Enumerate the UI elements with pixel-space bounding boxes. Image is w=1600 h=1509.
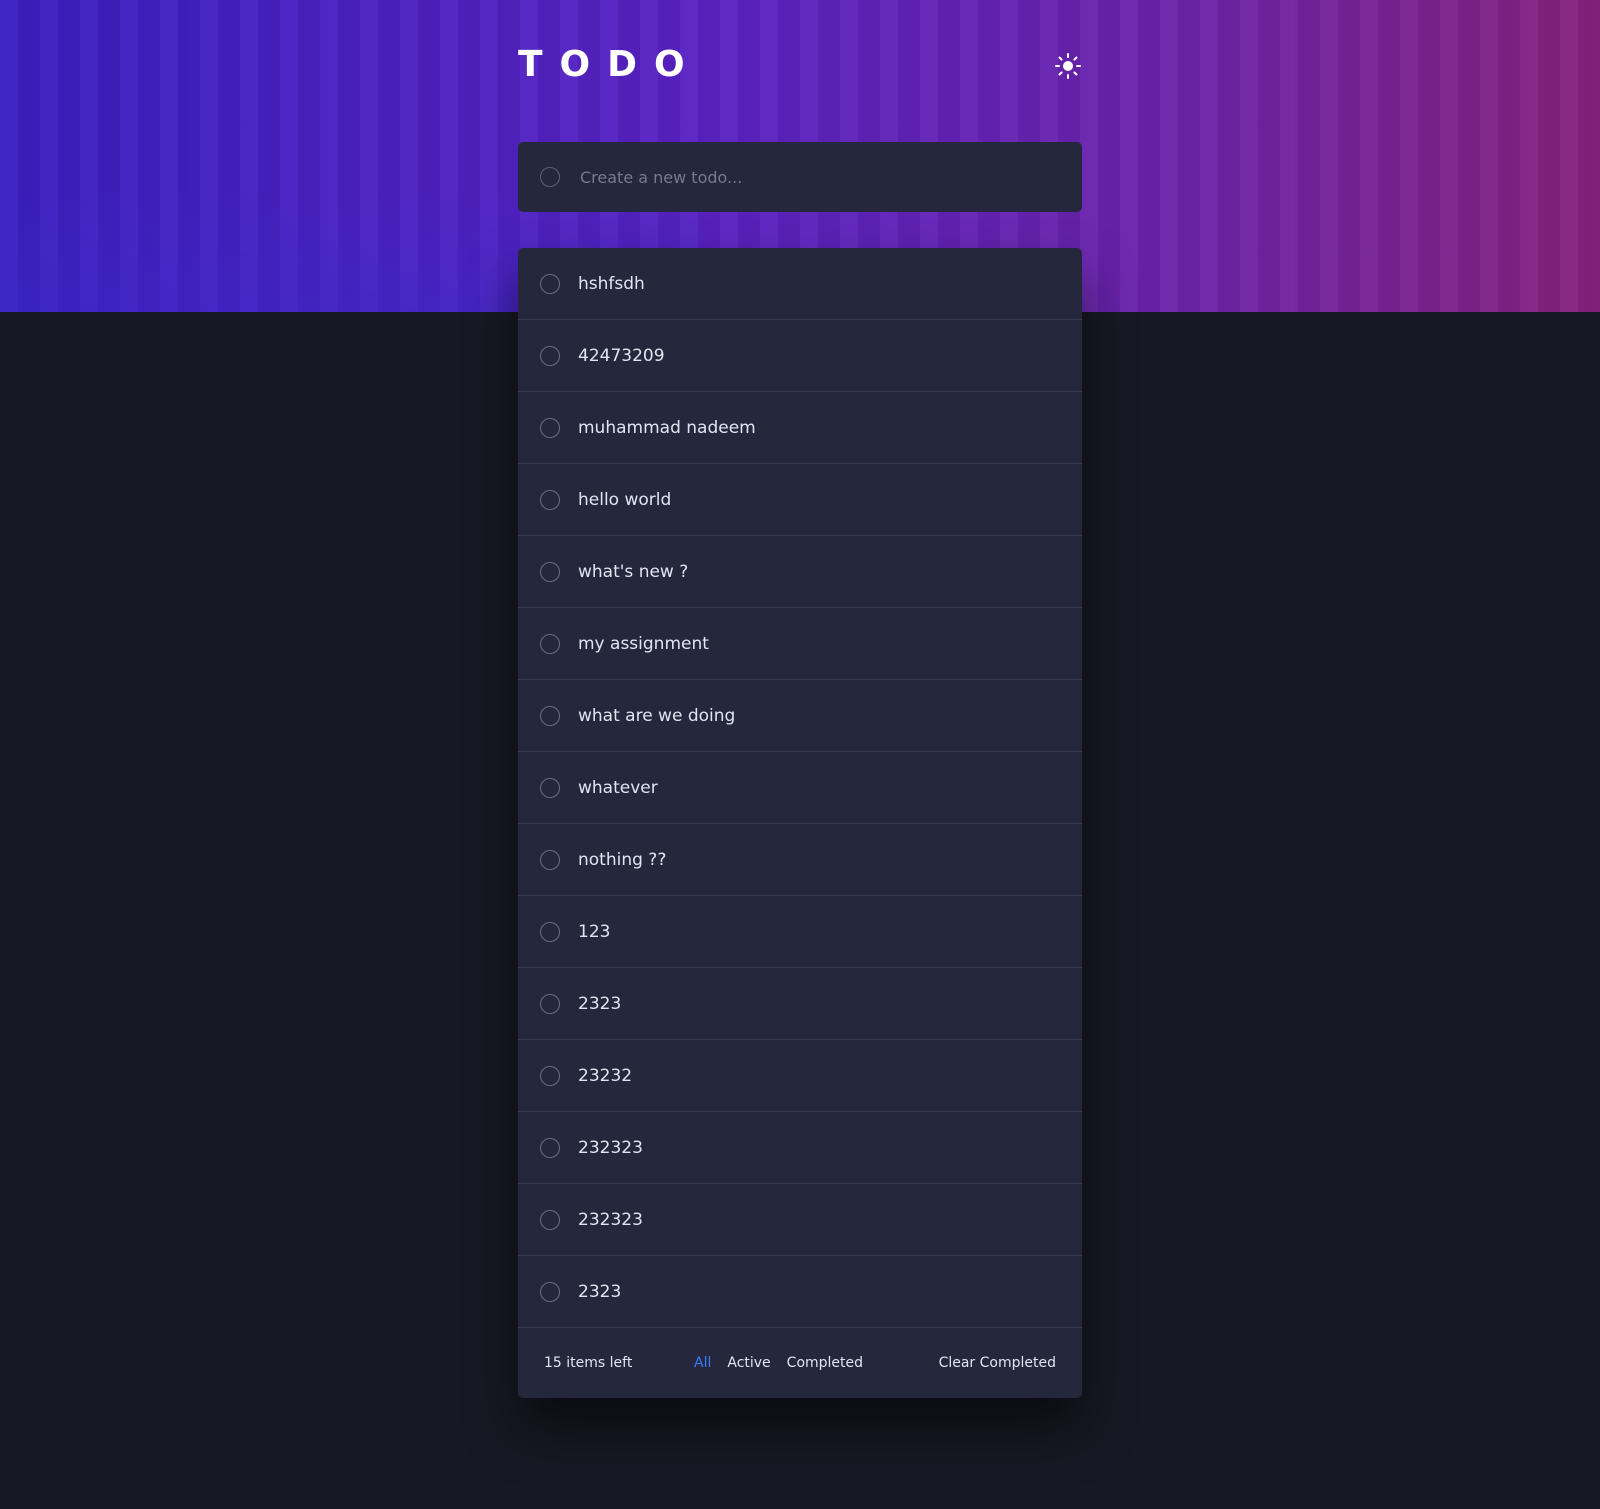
todo-checkbox[interactable] [540,1281,560,1302]
todo-app: TODO hshfsdh [518,0,1082,1398]
todo-checkbox[interactable] [540,417,560,438]
todo-checkbox[interactable] [540,345,560,366]
todo-checkbox[interactable] [540,561,560,582]
todo-text: 232323 [578,1137,643,1158]
filter-all[interactable]: All [694,1355,711,1371]
todo-text: what's new ? [578,561,689,582]
items-left-count: 15 items left [544,1355,633,1371]
new-todo-input[interactable] [578,166,1060,188]
todo-checkbox[interactable] [540,273,560,294]
app-header: TODO [518,0,1082,142]
todo-text: my assignment [578,633,709,654]
filter-active[interactable]: Active [727,1355,770,1371]
todo-checkbox[interactable] [540,849,560,870]
todo-text: nothing ?? [578,849,667,870]
filter-tabs: All Active Completed [694,1355,863,1371]
clear-completed-button[interactable]: Clear Completed [939,1355,1056,1371]
todo-checkbox[interactable] [540,1137,560,1158]
sun-icon [1055,53,1081,79]
todo-item[interactable]: 42473209 [518,320,1082,392]
todo-footer: 15 items left All Active Completed Clear… [518,1328,1082,1398]
todo-list: hshfsdh 42473209 muhammad nadeem hello w… [518,248,1082,1398]
todo-checkbox[interactable] [540,777,560,798]
todo-checkbox[interactable] [540,633,560,654]
todo-text: 2323 [578,993,622,1014]
todo-text: 23232 [578,1065,633,1086]
todo-text: hshfsdh [578,273,645,294]
todo-checkbox[interactable] [540,993,560,1014]
todo-checkbox[interactable] [540,921,560,942]
todo-text: what are we doing [578,705,736,726]
new-todo-bar [518,142,1082,212]
todo-item[interactable]: what are we doing [518,680,1082,752]
todo-item[interactable]: hello world [518,464,1082,536]
app-title: TODO [518,44,702,85]
todo-checkbox[interactable] [540,1209,560,1230]
todo-item[interactable]: nothing ?? [518,824,1082,896]
todo-item[interactable]: 232323 [518,1112,1082,1184]
theme-toggle-button[interactable] [1054,52,1082,80]
todo-text: 123 [578,921,611,942]
todo-item[interactable]: 123 [518,896,1082,968]
todo-item[interactable]: what's new ? [518,536,1082,608]
todo-item[interactable]: 2323 [518,968,1082,1040]
todo-checkbox[interactable] [540,1065,560,1086]
todo-text: 42473209 [578,345,665,366]
todo-item[interactable]: whatever [518,752,1082,824]
todo-item[interactable]: hshfsdh [518,248,1082,320]
todo-item[interactable]: 23232 [518,1040,1082,1112]
todo-text: hello world [578,489,672,510]
todo-text: 232323 [578,1209,643,1230]
todo-item[interactable]: muhammad nadeem [518,392,1082,464]
todo-text: muhammad nadeem [578,417,756,438]
todo-item[interactable]: 232323 [518,1184,1082,1256]
todo-item[interactable]: my assignment [518,608,1082,680]
todo-checkbox[interactable] [540,705,560,726]
todo-item[interactable]: 2323 [518,1256,1082,1328]
filter-completed[interactable]: Completed [787,1355,863,1371]
todo-text: whatever [578,777,658,798]
todo-text: 2323 [578,1281,622,1302]
todo-checkbox[interactable] [540,489,560,510]
new-todo-checkbox[interactable] [540,167,560,187]
